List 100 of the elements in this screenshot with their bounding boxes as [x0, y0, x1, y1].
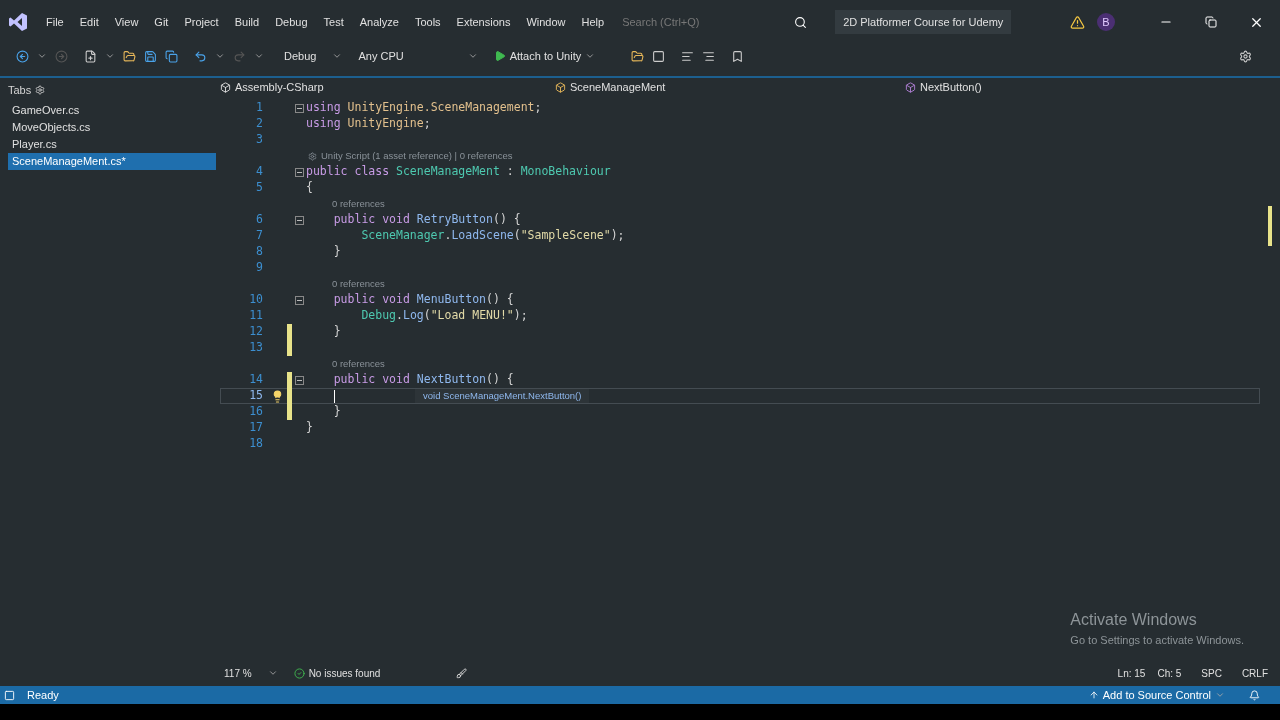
caret-icon[interactable] — [585, 51, 596, 61]
caret-icon[interactable] — [105, 51, 115, 61]
settings-icon[interactable] — [35, 85, 46, 95]
whitespace-mode: SPC — [1201, 666, 1222, 681]
notification-icon[interactable] — [1249, 689, 1260, 701]
folder-icon[interactable] — [631, 49, 645, 63]
menu-item[interactable]: Project — [178, 9, 225, 35]
caret-icon[interactable] — [215, 51, 225, 61]
arrow-up-icon — [1088, 690, 1099, 700]
tab-list-item[interactable]: GameOver.cs — [8, 102, 216, 119]
attach-button[interactable]: Attach to Unity — [489, 47, 600, 65]
line-ending: CRLF — [1241, 666, 1268, 681]
code-line: using UnityEngine.SceneManagement; — [306, 99, 542, 117]
configuration-dropdown[interactable]: Debug — [280, 47, 347, 65]
menu-item[interactable]: Tools — [408, 9, 447, 35]
cleanup-icon[interactable] — [456, 667, 468, 679]
indent-icon[interactable] — [681, 49, 695, 63]
warning-icon[interactable] — [1070, 14, 1085, 30]
code-lens[interactable]: 0 references — [332, 356, 385, 372]
caret-icon[interactable] — [254, 51, 264, 61]
column-position: Ch: 5 — [1157, 666, 1182, 681]
activation-message: Go to Settings to activate Windows. — [1070, 632, 1244, 648]
class-dropdown[interactable]: SceneManageMent — [570, 78, 666, 96]
open-folder-icon[interactable] — [123, 49, 136, 63]
line-number: 1 — [255, 99, 264, 117]
menu-item[interactable]: Edit — [73, 9, 105, 35]
line-number: 4 — [255, 163, 264, 181]
back-icon[interactable] — [16, 49, 29, 63]
new-file-icon[interactable] — [84, 49, 97, 63]
save-icon[interactable] — [144, 49, 157, 63]
line-number: 8 — [255, 243, 264, 261]
menu-item[interactable]: Help — [575, 9, 611, 35]
caret-icon[interactable] — [332, 51, 343, 61]
tab-list-item[interactable]: SceneManageMent.cs* — [8, 153, 216, 170]
line-number: 5 — [255, 179, 264, 197]
code-line: } — [332, 243, 341, 261]
solution-title: 2D Platformer Course for Udemy — [835, 9, 1012, 35]
code-line: public void NextButton() { — [332, 371, 514, 389]
line-number: 2 — [255, 115, 264, 133]
line-number: 17 — [248, 419, 264, 437]
menu-item[interactable]: Build — [228, 9, 266, 35]
status-icon — [4, 689, 15, 701]
line-number: 16 — [248, 403, 264, 421]
status-text: Ready — [27, 687, 59, 703]
line-number: 3 — [255, 131, 264, 149]
text-cursor — [334, 389, 335, 403]
panel-title: Tabs — [8, 82, 32, 98]
code-line: } — [306, 419, 313, 437]
menu-item[interactable]: Git — [148, 9, 175, 35]
undo-icon[interactable] — [194, 49, 207, 63]
code-line: Debug.Log("Load MENU!"); — [360, 307, 528, 325]
zoom-dropdown[interactable]: 117 % — [220, 665, 282, 681]
line-number: 18 — [248, 435, 264, 453]
account-avatar[interactable]: B — [1097, 13, 1115, 31]
outdent-icon[interactable] — [702, 49, 716, 63]
project-dropdown[interactable]: Assembly-CSharp — [235, 78, 324, 96]
code-line: SceneManager.LoadScene("SampleScene"); — [360, 227, 625, 245]
tab-list-item[interactable]: Player.cs — [8, 136, 216, 153]
menu-item[interactable]: Analyze — [353, 9, 405, 35]
menu-item[interactable]: Window — [520, 9, 572, 35]
code-line: { — [306, 179, 313, 197]
code-lens[interactable]: Unity Script (1 asset reference) | 0 references — [321, 148, 513, 164]
caret-icon[interactable] — [37, 51, 47, 61]
member-dropdown[interactable]: NextButton() — [920, 78, 982, 96]
window-icon[interactable] — [652, 49, 666, 63]
code-lens[interactable]: 0 references — [332, 196, 385, 212]
menu-item[interactable]: Extensions — [450, 9, 517, 35]
line-number: 11 — [248, 307, 264, 325]
platform-dropdown[interactable]: Any CPU — [354, 47, 482, 65]
save-all-icon[interactable] — [165, 49, 178, 63]
line-number: 6 — [255, 211, 264, 229]
menu-item[interactable]: Debug — [269, 9, 314, 35]
play-icon — [493, 50, 506, 62]
caret-icon[interactable] — [267, 668, 278, 678]
search-field[interactable]: Search (Ctrl+Q) — [622, 13, 783, 31]
restore-icon[interactable] — [1205, 16, 1217, 28]
search-icon[interactable] — [794, 15, 808, 29]
issues-status[interactable]: No issues found — [308, 665, 381, 681]
menu-item[interactable]: View — [108, 9, 145, 35]
fold-icon[interactable] — [294, 375, 304, 385]
code-line: public void RetryButton() { — [332, 211, 521, 229]
tab-list-item[interactable]: MoveObjects.cs — [8, 119, 216, 136]
line-number: 7 — [255, 227, 264, 245]
fold-icon[interactable] — [294, 103, 304, 113]
menu-item[interactable]: Test — [317, 9, 350, 35]
code-line: using UnityEngine; — [306, 115, 431, 133]
menu-item[interactable]: File — [40, 9, 70, 35]
fold-icon[interactable] — [294, 167, 304, 177]
code-line: public void MenuButton() { — [332, 291, 514, 309]
bookmark-icon[interactable] — [731, 49, 745, 63]
code-line: } — [332, 323, 341, 341]
code-lens[interactable]: 0 references — [332, 276, 385, 292]
method-icon — [905, 81, 916, 93]
project-icon — [220, 81, 231, 93]
check-icon — [293, 667, 305, 679]
caret-icon[interactable] — [467, 51, 478, 61]
fold-icon[interactable] — [294, 215, 304, 225]
line-number: 12 — [248, 323, 264, 341]
source-control-button[interactable]: Add to Source Control — [1088, 686, 1225, 704]
fold-icon[interactable] — [294, 295, 304, 305]
